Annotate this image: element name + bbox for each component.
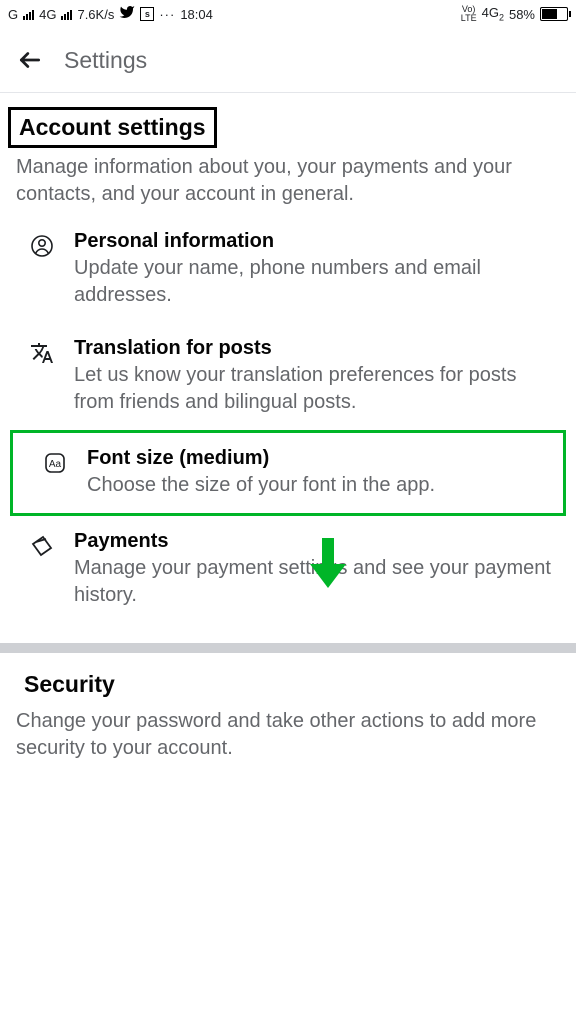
- volte-icon: Vo) LTE: [461, 5, 477, 23]
- setting-title: Personal information: [74, 230, 560, 253]
- signal-icon: [23, 8, 34, 20]
- setting-desc: Choose the size of your font in the app.: [87, 472, 547, 499]
- setting-desc: Let us know your translation preferences…: [74, 362, 560, 416]
- network2-label: 4G2: [482, 5, 504, 23]
- person-icon: [28, 230, 56, 309]
- setting-item-personal[interactable]: Personal information Update your name, p…: [0, 216, 576, 323]
- svg-text:Aa: Aa: [49, 459, 62, 470]
- security-section-desc: Change your password and take other acti…: [16, 708, 560, 762]
- account-section: Account settings Manage information abou…: [0, 93, 576, 208]
- translate-icon: [28, 337, 56, 416]
- security-section: Security Change your password and take o…: [0, 653, 576, 762]
- setting-item-translation[interactable]: Translation for posts Let us know your t…: [0, 323, 576, 430]
- security-section-title: Security: [16, 667, 123, 702]
- app-badge-icon: s: [140, 7, 154, 21]
- network-label: 4G: [39, 7, 56, 22]
- carrier-label: G: [8, 7, 18, 22]
- app-header: Settings: [0, 28, 576, 93]
- account-section-title: Account settings: [8, 107, 217, 148]
- annotation-arrow-icon: [310, 538, 346, 593]
- setting-item-fontsize[interactable]: Aa Font size (medium) Choose the size of…: [10, 430, 566, 516]
- clock-label: 18:04: [180, 7, 213, 22]
- setting-title: Translation for posts: [74, 337, 560, 360]
- twitter-icon: [119, 4, 135, 24]
- speed-label: 7.6K/s: [77, 7, 114, 22]
- battery-icon: [540, 7, 568, 21]
- status-left: G 4G 7.6K/s s ··· 18:04: [8, 4, 213, 24]
- payments-icon: [28, 530, 56, 609]
- battery-label: 58%: [509, 7, 535, 22]
- back-arrow-icon: [17, 47, 43, 73]
- settings-list: Personal information Update your name, p…: [0, 208, 576, 631]
- status-bar: G 4G 7.6K/s s ··· 18:04 Vo) LTE 4G2 58%: [0, 0, 576, 28]
- page-title: Settings: [64, 47, 147, 74]
- section-divider: [0, 643, 576, 653]
- status-right: Vo) LTE 4G2 58%: [461, 5, 568, 23]
- account-section-desc: Manage information about you, your payme…: [16, 154, 560, 208]
- setting-desc: Update your name, phone numbers and emai…: [74, 255, 560, 309]
- back-button[interactable]: [16, 46, 44, 74]
- fontsize-icon: Aa: [41, 447, 69, 499]
- more-icon: ···: [159, 7, 175, 22]
- setting-title: Font size (medium): [87, 447, 547, 470]
- setting-item-payments[interactable]: Payments Manage your payment settings an…: [0, 516, 576, 623]
- signal-icon: [61, 8, 72, 20]
